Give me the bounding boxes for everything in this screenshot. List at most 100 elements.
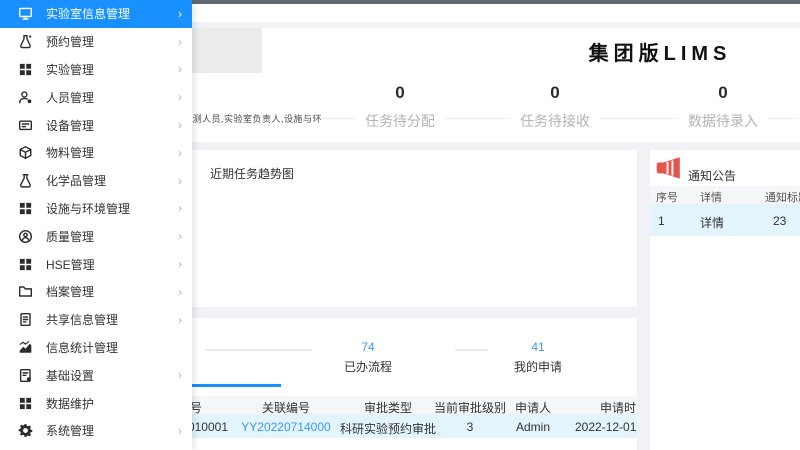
sidebar-item-1[interactable]: 实验室信息管理 › [0,0,192,28]
chevron-right-icon: › [178,368,182,383]
tab-2[interactable]: 41 我的申请 [478,340,598,375]
announcement-marquee: 检测人员,实验室负责人,设施与环 [183,114,323,124]
sidebar-item-12[interactable]: 共享信息管理 › [0,306,192,334]
stat-value: 0 [718,83,728,102]
sidebar-item-3[interactable]: 实验管理 › [0,56,192,84]
chevron-right-icon: › [178,201,182,216]
sidebar-item-4[interactable]: 人员管理 › [0,83,192,111]
logo-placeholder [180,28,262,73]
tab-label: 我的申请 [513,360,562,374]
trend-chart-card: 近期任务趋势图 [150,150,637,307]
device-icon [18,118,33,133]
col-detail: 详情 [700,192,722,204]
chevron-right-icon: › [178,173,182,188]
sidebar-item-14[interactable]: 基础设置 › [0,361,192,389]
trend-chart-title: 近期任务趋势图 [210,167,295,181]
notice-card-title: 通知公告 [688,169,737,183]
chevron-right-icon: › [178,118,182,133]
user-gear-icon [18,90,33,105]
col-index: 序号 [656,192,678,204]
grid-icon [18,62,33,77]
sidebar-item-label: 质量管理 [46,229,95,244]
notice-table-header: 序号 详情 通知标题 [650,186,800,204]
grid-icon [18,201,33,216]
chevron-right-icon: › [178,423,182,438]
sidebar-item-label: 设备管理 [46,118,95,133]
workflow-card: 74 已办流程 41 我的申请 审批编号关联编号审批类型当前审批级别申请人申请时间 0… [150,318,637,450]
sidebar-item-5[interactable]: 设备管理 › [0,111,192,139]
folder-icon [18,284,33,299]
sidebar-item-label: 系统管理 [46,424,95,439]
approval-table-header: 审批编号关联编号审批类型当前审批级别申请人申请时间 [150,396,637,415]
sidebar-menu: 实验室信息管理 › 预约管理 › 实验管理 › 人员管理 › 设备管理 › 物料管理 › 化学品管理 › 设… [0,0,192,450]
cell-notice-title: 23 [773,214,787,228]
sidebar-item-label: 化学品管理 [46,174,107,189]
trend-chart-canvas [200,184,629,299]
announcement-horn-icon [656,156,684,186]
sidebar-item-11[interactable]: 档案管理 › [0,278,192,306]
tab-count: 41 [531,340,545,354]
chevron-right-icon: › [178,257,182,272]
tab-divider-left [205,349,312,351]
monitor-icon [18,6,33,21]
tab-count: 74 [361,340,375,354]
stat-item-1: 0 任务待分配 [315,82,485,131]
brand-title: 集团版LIMS [588,43,732,65]
sidebar-item-8[interactable]: 设施与环境管理 › [0,195,192,223]
chevron-right-icon: › [178,62,182,77]
beaker-icon [18,173,33,188]
stat-label: 数据待录入 [678,111,768,131]
sidebar-item-9[interactable]: 质量管理 › [0,222,192,250]
sidebar-item-label: 物料管理 [46,146,95,161]
sidebar-item-label: HSE管理 [46,257,95,272]
chevron-right-icon: › [178,34,182,49]
sidebar-item-6[interactable]: 物料管理 › [0,139,192,167]
sidebar-item-10[interactable]: HSE管理 › [0,250,192,278]
document-icon [18,312,33,327]
cell-detail-link[interactable]: 详情 [700,214,724,231]
stat-item-2: 0 任务待接收 [470,82,640,131]
chevron-right-icon: › [178,145,182,160]
sidebar-item-label: 实验室信息管理 [46,7,131,22]
chart-icon [18,340,33,355]
flask-star-icon [18,34,33,49]
badge-icon [18,229,33,244]
approval-table-row[interactable]: 010001 YY20220714000 科研实验预约审批 3 Admin 2022-12… [150,414,637,438]
sidebar-item-2[interactable]: 预约管理 › [0,28,192,56]
stat-value: 0 [550,83,560,102]
tab-label: 已办流程 [343,360,392,374]
cell-apply-time: 2022-12-01 [575,420,637,434]
tab-1[interactable]: 74 已办流程 [308,340,428,375]
sidebar-item-label: 基础设置 [46,368,95,383]
col-notice-title: 通知标题 [765,192,800,204]
chevron-right-icon: › [178,90,182,105]
sidebar-item-label: 设施与环境管理 [46,201,131,216]
sidebar-item-13[interactable]: 信息统计管理 [0,334,192,362]
notice-card: 通知公告 序号详情通知标题 1详情23 [650,150,800,450]
grid-icon [18,257,33,272]
chevron-right-icon: › [178,229,182,244]
sidebar-item-label: 实验管理 [46,62,95,77]
stat-label: 任务待接收 [510,111,600,131]
chevron-right-icon: › [178,284,182,299]
chevron-right-icon: › [178,312,182,327]
sidebar-item-16[interactable]: 系统管理 › [0,417,192,445]
gear-icon [18,423,33,438]
chevron-right-icon: › [178,6,182,21]
sidebar-item-label: 数据维护 [46,396,95,411]
sidebar-item-7[interactable]: 化学品管理 › [0,167,192,195]
sidebar-item-label: 人员管理 [46,90,95,105]
doc-gear-icon [18,368,33,383]
cube-icon [18,145,33,160]
sidebar-item-label: 信息统计管理 [46,340,119,355]
stat-value: 0 [395,83,405,102]
stat-label: 任务待分配 [355,111,445,131]
stat-item-3: 0 数据待录入 [638,82,800,131]
sidebar-item-label: 档案管理 [46,285,95,300]
notice-table-row[interactable]: 1 详情 23 [650,204,800,236]
sidebar-item-15[interactable]: 数据维护 [0,389,192,417]
sidebar-item-label: 共享信息管理 [46,313,119,328]
sidebar-item-label: 预约管理 [46,35,95,50]
cell-index: 1 [658,214,665,228]
grid-icon [18,396,33,411]
